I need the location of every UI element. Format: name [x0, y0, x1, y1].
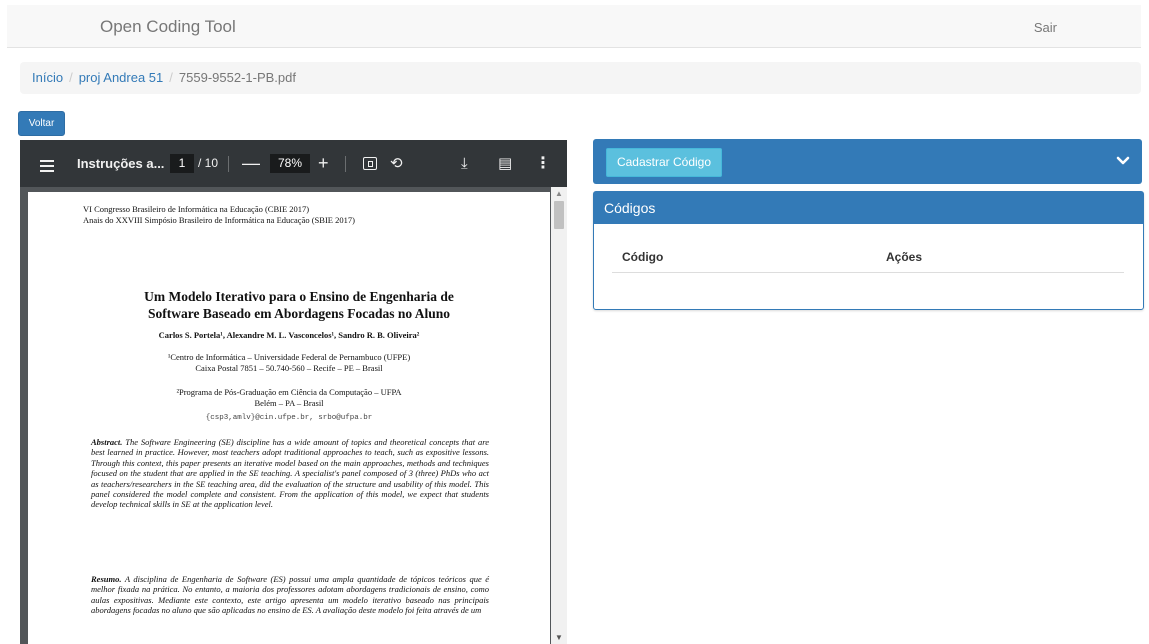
scroll-up-icon[interactable]: ▲	[555, 189, 563, 198]
breadcrumb-home-link[interactable]: Início	[32, 70, 63, 85]
breadcrumb-separator: /	[69, 70, 73, 85]
add-code-button[interactable]: Cadastrar Código	[606, 148, 722, 177]
abstract-text: The Software Engineering (SE) discipline…	[91, 437, 489, 510]
navbar: Open Coding Tool Sair	[7, 5, 1141, 48]
brand-title[interactable]: Open Coding Tool	[100, 17, 236, 37]
paper-authors: Carlos S. Portela¹, Alexandre M. L. Vasc…	[158, 330, 420, 340]
pdf-header-line: Anais do XXVIII Simpósio Brasileiro de I…	[83, 215, 355, 225]
breadcrumb: Início / proj Andrea 51 / 7559-9552-1-PB.pdf	[20, 62, 1141, 94]
zoom-level-input[interactable]: 78%	[270, 154, 310, 173]
affiliation-line: ¹Centro de Informática – Universidade Fe…	[167, 352, 411, 362]
zoom-in-button[interactable]: +	[318, 140, 329, 187]
abstract-paragraph: Abstract. The Software Engineering (SE) …	[91, 437, 489, 510]
pdf-scrollbar[interactable]: ▲ ▼	[551, 187, 567, 644]
toolbar-divider	[228, 156, 229, 172]
pdf-page: VI Congresso Brasileiro de Informática n…	[28, 192, 550, 644]
page-number-input[interactable]: 1	[170, 154, 194, 173]
affiliation-line: Caixa Postal 7851 – 50.740-560 – Recife …	[195, 363, 383, 373]
codes-panel: Códigos Código Ações	[593, 191, 1144, 310]
breadcrumb-project-link[interactable]: proj Andrea 51	[79, 70, 164, 85]
column-header-actions: Ações	[886, 250, 923, 264]
paper-title-line: Software Baseado em Abordagens Focadas n…	[147, 306, 451, 321]
chevron-down-icon[interactable]	[1116, 154, 1130, 168]
download-icon[interactable]: ⤓	[461, 140, 468, 187]
affiliation-line: Belém – PA – Brasil	[254, 398, 324, 408]
pdf-document-title: Instruções a...	[77, 156, 165, 171]
menu-icon[interactable]	[40, 140, 54, 187]
paper-title-line: Um Modelo Iterativo para o Ensino de Eng…	[144, 289, 454, 304]
author-emails: {csp3,amlv}@cin.ufpe.br, srbo@ufpa.br	[205, 414, 373, 422]
affiliation-line: ²Programa de Pós-Graduação em Ciência da…	[176, 387, 402, 397]
logout-link[interactable]: Sair	[1034, 20, 1057, 35]
codes-panel-heading: Códigos	[594, 192, 1143, 224]
print-icon[interactable]: ▤	[498, 140, 512, 187]
zoom-out-button[interactable]: —	[242, 140, 260, 187]
pdf-viewer[interactable]: Instruções a... 1 / 10 — 78% + ⟲ ⤓ ▤ ⋮ V…	[20, 140, 567, 644]
fit-page-icon[interactable]	[363, 157, 377, 170]
pdf-header-line: VI Congresso Brasileiro de Informática n…	[83, 204, 310, 214]
breadcrumb-current-file: 7559-9552-1-PB.pdf	[178, 70, 296, 85]
back-button[interactable]: Voltar	[18, 111, 65, 136]
resumo-label: Resumo.	[91, 574, 122, 584]
toolbar-divider	[345, 156, 346, 172]
abstract-label: Abstract.	[91, 437, 123, 447]
table-header-divider	[612, 272, 1124, 273]
resumo-paragraph: Resumo. A disciplina de Engenharia de So…	[91, 574, 489, 616]
scrollbar-thumb[interactable]	[554, 201, 564, 229]
page-total: / 10	[198, 156, 219, 170]
breadcrumb-separator: /	[169, 70, 173, 85]
resumo-text: A disciplina de Engenharia de Software (…	[91, 574, 489, 616]
more-icon[interactable]: ⋮	[535, 140, 551, 187]
column-header-code: Código	[622, 250, 664, 264]
add-code-panel: Cadastrar Código	[593, 139, 1142, 184]
scroll-down-icon[interactable]: ▼	[555, 633, 563, 642]
rotate-icon[interactable]: ⟲	[390, 140, 403, 187]
pdf-toolbar: Instruções a... 1 / 10 — 78% + ⟲ ⤓ ▤ ⋮	[20, 140, 567, 187]
